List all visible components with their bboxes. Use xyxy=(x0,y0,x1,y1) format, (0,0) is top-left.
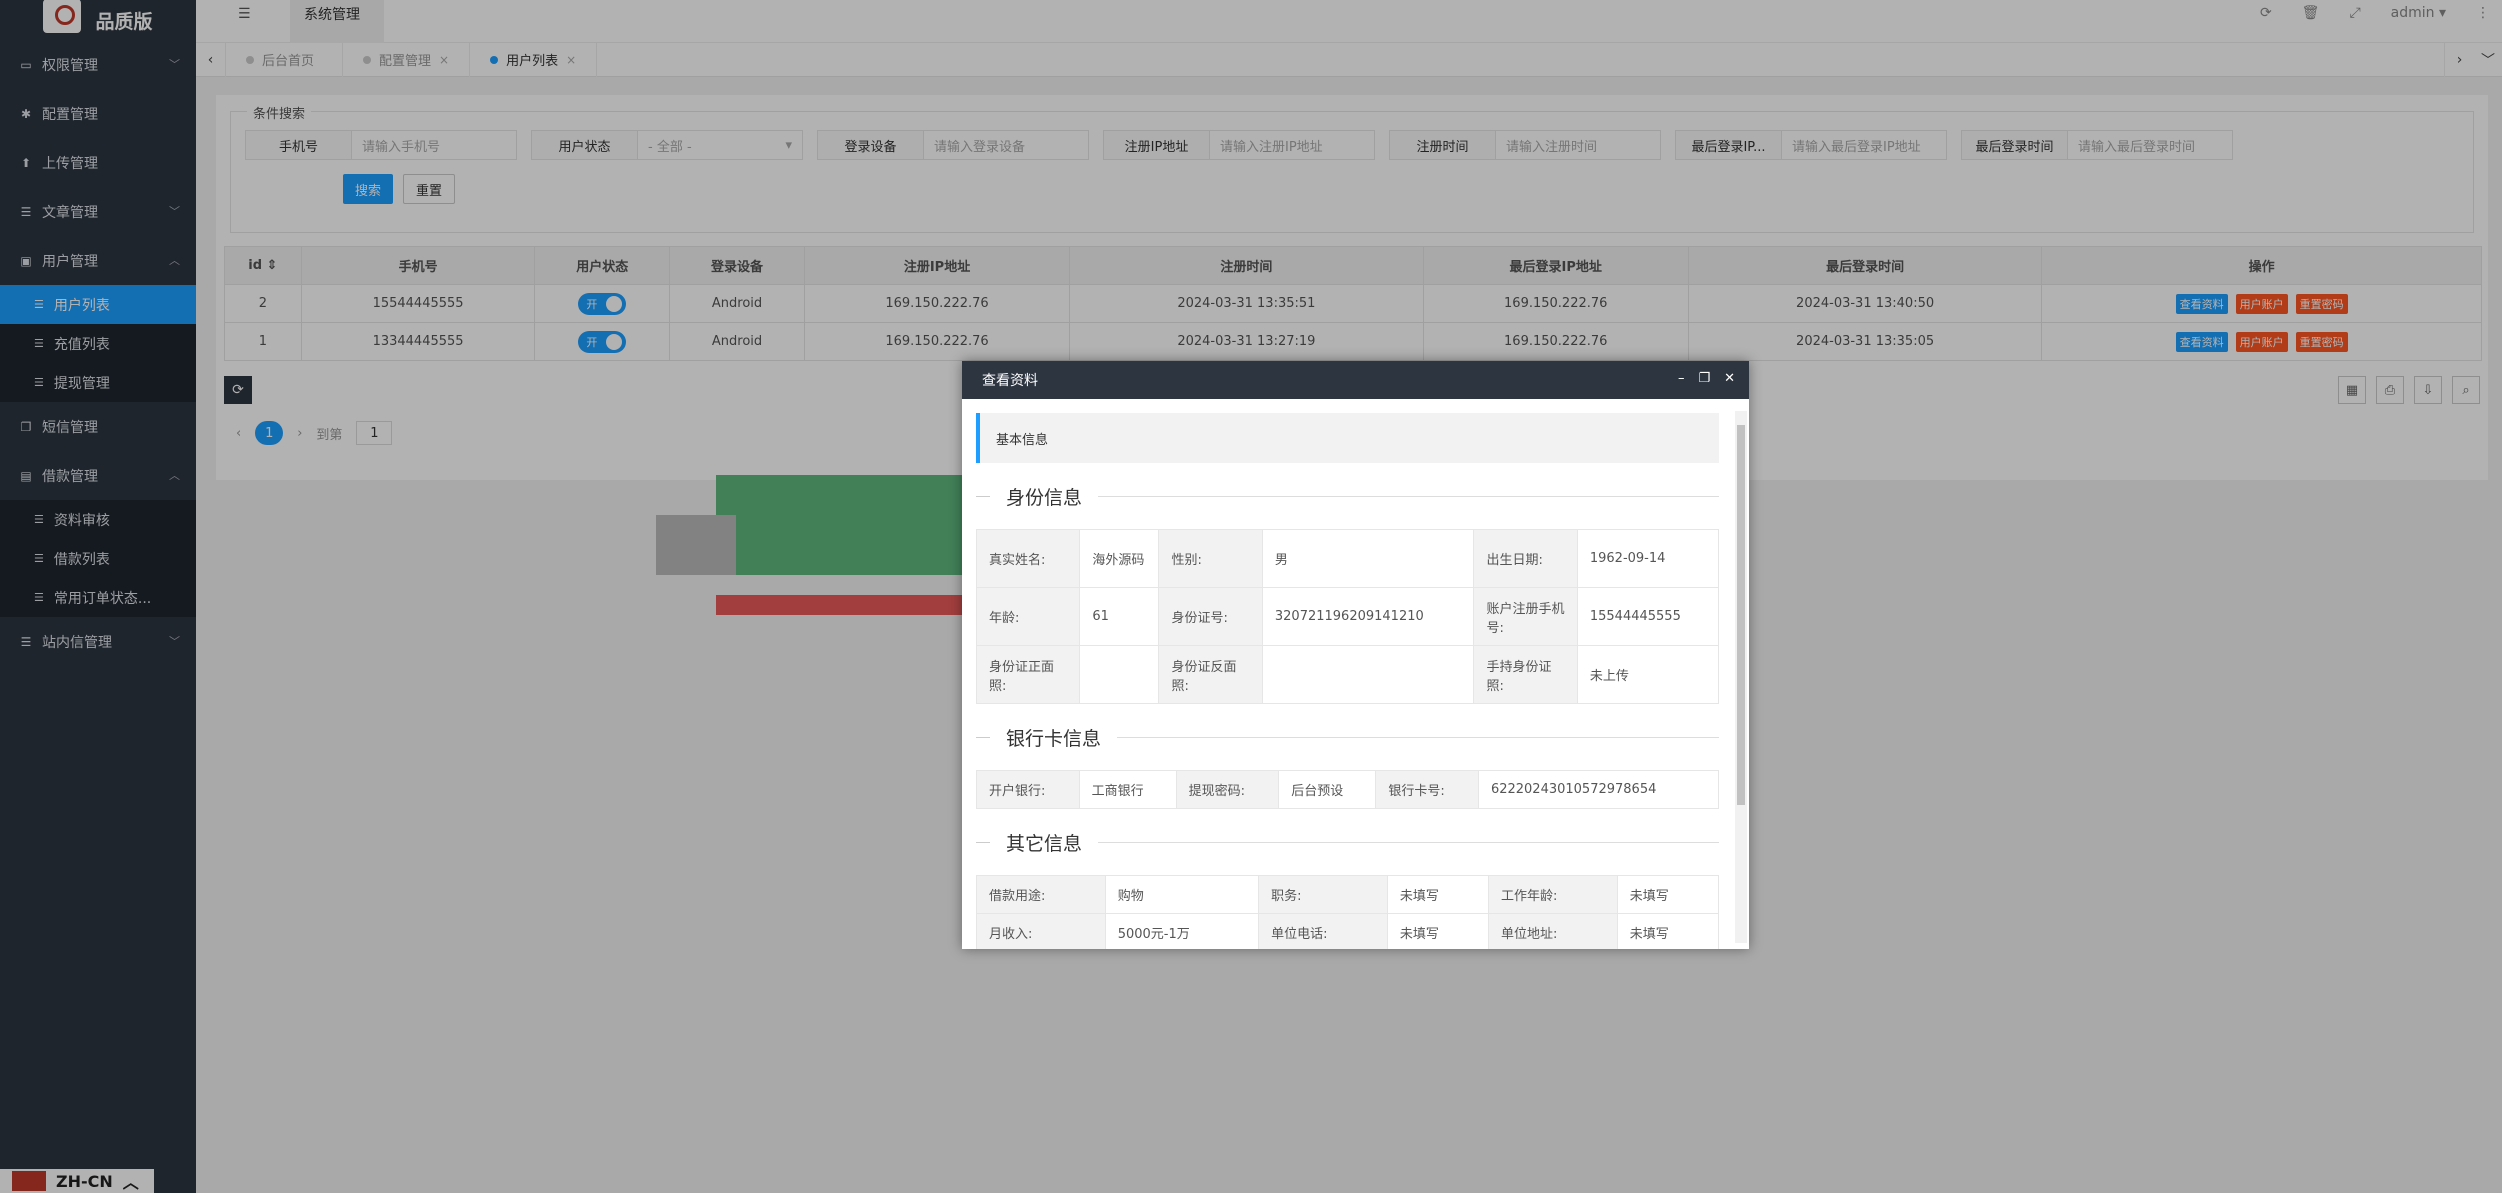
detail-key: 开户银行: xyxy=(976,770,1080,809)
detail-row: 借款用途: 购物 职务: 未填写 工作年龄: 未填写 xyxy=(976,875,1720,914)
detail-key: 职务: xyxy=(1258,875,1388,914)
detail-row: 真实姓名: 海外源码 性别: 男出生日期: 1962-09-14 xyxy=(975,529,1720,588)
detail-row: 身份证正面照: 身份证反面照: 手持身份证照: 未上传 xyxy=(975,645,1720,704)
detail-key: 单位电话: xyxy=(1258,913,1388,949)
modal-header: 查看资料 – ❐ ✕ xyxy=(962,361,1749,399)
detail-value: 未填写 xyxy=(1616,913,1720,949)
identity-table: 真实姓名: 海外源码 性别: 男出生日期: 1962-09-14 年龄: 61 身份证号: 32… xyxy=(975,529,1720,704)
detail-key: 账户注册手机号: xyxy=(1473,587,1578,646)
detail-value: 未填写 xyxy=(1616,875,1720,914)
detail-value: 未上传 xyxy=(1576,645,1720,704)
detail-value: 未填写 xyxy=(1386,913,1490,949)
other-title: 其它信息 xyxy=(1006,832,1083,855)
bank-heading: 银行卡信息 xyxy=(976,710,1719,764)
detail-key: 出生日期: xyxy=(1473,529,1578,588)
detail-value xyxy=(1079,645,1160,704)
detail-key: 手持身份证照: xyxy=(1473,645,1578,704)
modal-body: 基本信息 身份信息 真实姓名: 海外源码 性别: 男出生日期: 1962-09-14 年龄… xyxy=(962,399,1749,949)
detail-key: 身份证正面照: xyxy=(975,645,1081,704)
detail-value: 海外源码 xyxy=(1079,529,1160,588)
detail-value: 购物 xyxy=(1104,875,1260,914)
detail-key: 月收入: xyxy=(976,913,1106,949)
detail-key: 年龄: xyxy=(975,587,1081,646)
other-heading: 其它信息 xyxy=(976,815,1719,869)
detail-key: 单位地址: xyxy=(1488,913,1618,949)
detail-key: 身份证反面照: xyxy=(1158,645,1263,704)
detail-key: 银行卡号: xyxy=(1375,770,1479,809)
detail-key: 工作年龄: xyxy=(1488,875,1618,914)
detail-value: 工商银行 xyxy=(1078,770,1177,809)
detail-key: 提现密码: xyxy=(1175,770,1280,809)
detail-value: 后台预设 xyxy=(1278,770,1377,809)
detail-value: 61 xyxy=(1079,587,1160,646)
detail-row: 月收入: 5000元-1万 单位电话: 未填写 单位地址: 未填写 xyxy=(976,913,1720,949)
close-icon[interactable]: ✕ xyxy=(1724,371,1735,386)
detail-value xyxy=(1261,645,1475,704)
detail-value: 15544445555 xyxy=(1576,587,1720,646)
scrollbar-thumb[interactable] xyxy=(1737,425,1745,805)
other-table: 借款用途: 购物 职务: 未填写 工作年龄: 未填写 月收入: 5000元-1万 单位电话: 未填… xyxy=(976,875,1720,949)
detail-value: 5000元-1万 xyxy=(1104,913,1260,949)
detail-value: 320721196209141210 xyxy=(1261,587,1475,646)
modal-title: 查看资料 xyxy=(982,373,1038,389)
detail-value: 6222024301057297865​4 xyxy=(1477,770,1720,809)
detail-row: 开户银行: 工商银行 提现密码: 后台预设 银行卡号: 62220243010572978… xyxy=(976,770,1720,809)
profile-modal: 查看资料 – ❐ ✕ 基本信息 身份信息 真实姓名: 海外源码 性别: 男出生日期: 1… xyxy=(962,361,1749,949)
identity-heading: 身份信息 xyxy=(976,469,1719,523)
detail-value: 男 xyxy=(1261,529,1475,588)
identity-title: 身份信息 xyxy=(1006,486,1083,509)
detail-value: 未填写 xyxy=(1386,875,1490,914)
minimize-icon[interactable]: – xyxy=(1678,371,1685,386)
detail-value: 1962-09-14 xyxy=(1576,529,1720,588)
bank-title: 银行卡信息 xyxy=(1006,727,1102,750)
detail-row: 年龄: 61 身份证号: 320721196209141210 账户注册手机号: 1554… xyxy=(975,587,1720,646)
maximize-icon[interactable]: ❐ xyxy=(1698,371,1710,386)
modal-scrollbar[interactable] xyxy=(1735,411,1747,943)
detail-key: 性别: xyxy=(1158,529,1263,588)
detail-key: 真实姓名: xyxy=(975,529,1081,588)
detail-key: 身份证号: xyxy=(1158,587,1263,646)
section-basic-info: 基本信息 xyxy=(976,413,1719,463)
detail-key: 借款用途: xyxy=(976,875,1106,914)
bank-table: 开户银行: 工商银行 提现密码: 后台预设 银行卡号: 62220243010572978… xyxy=(976,770,1720,809)
